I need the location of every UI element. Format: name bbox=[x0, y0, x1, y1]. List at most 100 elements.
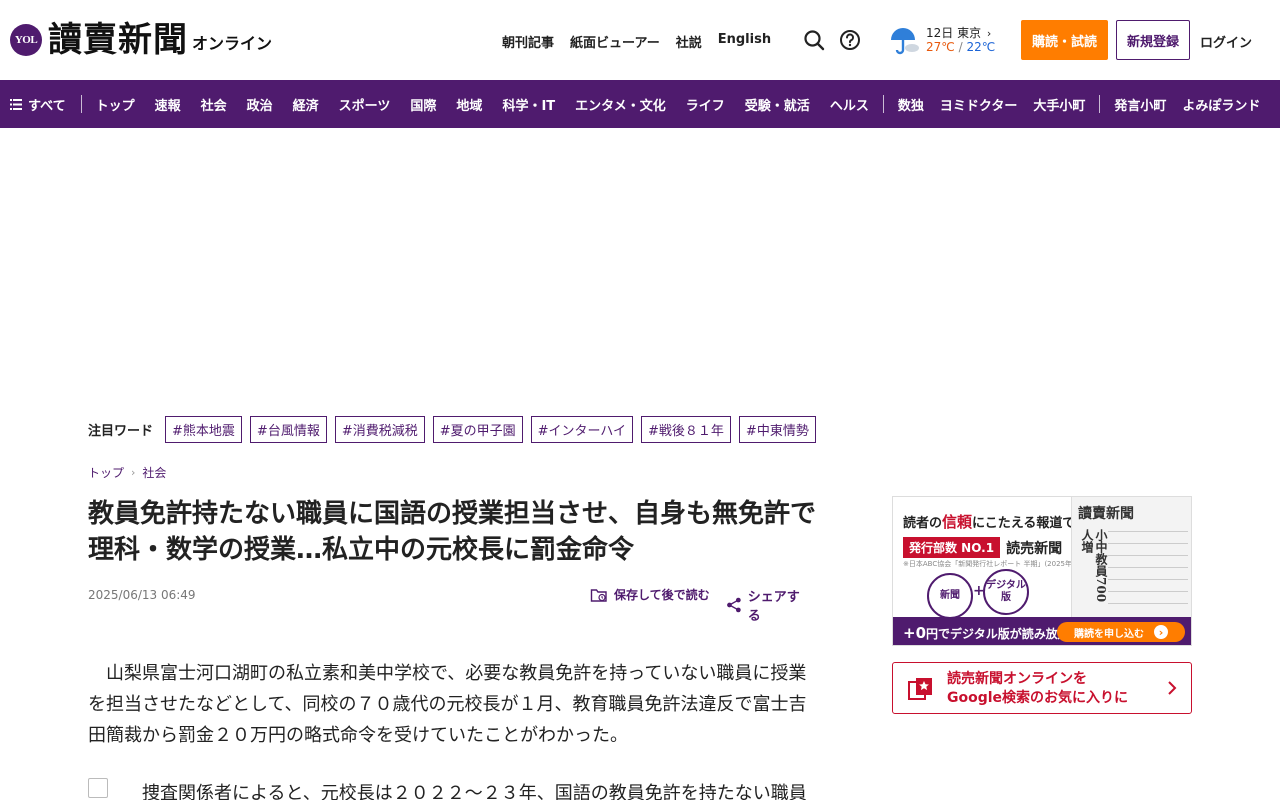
ad-band-text: +0円でデジタル版が読み放題! bbox=[903, 624, 1075, 642]
ad-band: +0円でデジタル版が読み放題! 購読を申し込む › bbox=[893, 617, 1191, 645]
paper-rule bbox=[1108, 567, 1188, 568]
ad-band-zero: +0 bbox=[903, 624, 927, 642]
weather-separator: / bbox=[958, 40, 963, 54]
breadcrumb-top[interactable]: トップ bbox=[88, 464, 124, 481]
search-icon[interactable] bbox=[803, 29, 825, 51]
nav-item-entertainment[interactable]: エンタメ・文化 bbox=[575, 95, 666, 114]
site-header: YOL 讀賣新聞 オンライン 朝刊記事 紙面ビューアー 社説 English 1… bbox=[0, 0, 1280, 80]
paper-rule bbox=[1108, 555, 1188, 556]
share-icon bbox=[727, 597, 741, 613]
menu-icon bbox=[10, 98, 22, 110]
link-english[interactable]: English bbox=[718, 32, 771, 51]
article-date: 2025/06/13 06:49 bbox=[88, 588, 196, 602]
weather-high: 27℃ bbox=[926, 40, 955, 54]
article-title: 教員免許持たない職員に国語の授業担当させ、自身も無免許で理科・数学の授業…私立中… bbox=[88, 499, 817, 565]
nav-all-label: すべて bbox=[28, 98, 66, 114]
ad-apply-button[interactable]: 購読を申し込む › bbox=[1057, 622, 1185, 642]
nav-item-world[interactable]: 国際 bbox=[410, 95, 436, 114]
paper-rule bbox=[1108, 603, 1188, 604]
nav-item-life[interactable]: ライフ bbox=[686, 95, 725, 114]
link-paper-viewer[interactable]: 紙面ビューアー bbox=[570, 32, 660, 51]
weather-low: 22℃ bbox=[966, 40, 996, 54]
trending-tag[interactable]: #熊本地震 bbox=[165, 416, 242, 443]
weather-temps: 27℃ / 22℃ bbox=[926, 40, 995, 54]
ad-brand: 読売新聞 bbox=[1006, 540, 1063, 557]
trending-tag[interactable]: #戦後８１年 bbox=[641, 416, 731, 443]
nav-item-science-it[interactable]: 科学・IT bbox=[502, 95, 555, 114]
save-folder-icon bbox=[590, 588, 607, 602]
weather-location: 12日 東京 bbox=[926, 26, 982, 40]
ad-paper-title: 讀賣新聞 bbox=[1078, 506, 1134, 522]
trending-tag[interactable]: #夏の甲子園 bbox=[432, 416, 523, 443]
ad-circle-newspaper: 新聞 bbox=[927, 573, 973, 619]
article-meta: 2025/06/13 06:49 保存して後で読む シェアする bbox=[88, 586, 812, 624]
ad-lead-pre: 読者の bbox=[903, 516, 943, 531]
ad-lead: 読者の信頼にこたえる報道で bbox=[903, 511, 1075, 532]
trending-tag[interactable]: #中東情勢 bbox=[738, 416, 816, 443]
article-paragraph: 捜査関係者によると、元校長は２０２２～２３年、国語の教員免許を持たない職員 bbox=[142, 783, 807, 800]
nav-item-sports[interactable]: スポーツ bbox=[339, 95, 391, 114]
link-editorial[interactable]: 社説 bbox=[676, 32, 702, 51]
nav-all-menu[interactable]: すべて bbox=[10, 95, 66, 114]
nav-item-sudoku[interactable]: 数独 bbox=[898, 95, 924, 114]
register-button[interactable]: 新規登録 bbox=[1116, 20, 1190, 60]
share-label: シェアする bbox=[747, 590, 800, 624]
subscription-ad[interactable]: 読者の信頼にこたえる報道で 発行部数 NO.1 読売新聞 ※日本ABC協会「新聞… bbox=[892, 496, 1192, 646]
link-morning-edition[interactable]: 朝刊記事 bbox=[502, 32, 554, 51]
chevron-right-icon: › bbox=[1154, 625, 1168, 639]
paper-rule bbox=[1108, 591, 1188, 592]
nav-divider bbox=[1099, 95, 1101, 113]
chevron-right-icon: › bbox=[986, 27, 992, 40]
ad-lead-post: にこたえる報道で bbox=[972, 516, 1076, 531]
ad-apply-label: 購読を申し込む bbox=[1074, 628, 1144, 640]
header-links: 朝刊記事 紙面ビューアー 社説 English bbox=[502, 32, 787, 51]
nav-item-economy[interactable]: 経済 bbox=[293, 95, 319, 114]
yol-logo-badge: YOL bbox=[10, 24, 42, 56]
save-label: 保存して後で読む bbox=[614, 588, 710, 602]
chevron-right-icon: › bbox=[131, 466, 136, 479]
article-paragraph-with-image: 捜査関係者によると、元校長は２０２２～２３年、国語の教員免許を持たない職員 bbox=[88, 778, 812, 800]
site-logo[interactable]: YOL 讀賣新聞 オンライン bbox=[10, 20, 272, 60]
ad-no1-badge: 発行部数 NO.1 bbox=[903, 537, 1001, 558]
nav-item-health[interactable]: ヘルス bbox=[830, 95, 869, 114]
nav-item-politics[interactable]: 政治 bbox=[247, 95, 273, 114]
nav-item-hatsugenkomachi[interactable]: 発言小町 bbox=[1114, 95, 1166, 114]
google-favorite-text: 読売新聞オンラインを Google検索のお気に入りに bbox=[947, 670, 1128, 708]
trending-label: 注目ワード bbox=[88, 424, 154, 439]
nav-item-local[interactable]: 地域 bbox=[456, 95, 482, 114]
google-favorite-banner[interactable]: 読売新聞オンラインを Google検索のお気に入りに bbox=[892, 662, 1192, 714]
trending-tag[interactable]: #消費税減税 bbox=[334, 416, 425, 443]
broken-image-icon bbox=[88, 778, 108, 798]
share-button[interactable]: シェアする bbox=[726, 586, 812, 624]
help-icon[interactable] bbox=[839, 29, 861, 51]
main-nav: すべて トップ 速報 社会 政治 経済 スポーツ 国際 地域 科学・IT エンタ… bbox=[0, 80, 1280, 128]
subscribe-button[interactable]: 購読・試読 bbox=[1021, 20, 1108, 60]
logo-subtitle: オンライン bbox=[192, 34, 273, 53]
breadcrumb-society[interactable]: 社会 bbox=[142, 464, 166, 481]
nav-item-breaking[interactable]: 速報 bbox=[155, 95, 181, 114]
nav-item-exam-career[interactable]: 受験・就活 bbox=[745, 95, 810, 114]
paper-rule bbox=[1108, 579, 1188, 580]
google-favorite-line1: 読売新聞オンラインを bbox=[947, 671, 1087, 687]
nav-divider bbox=[882, 95, 884, 113]
ad-band-desc: 円でデジタル版が読み放題! bbox=[926, 627, 1076, 641]
login-button[interactable]: ログイン bbox=[1200, 32, 1252, 51]
rain-umbrella-icon bbox=[891, 28, 919, 55]
bookmark-star-icon bbox=[908, 678, 932, 700]
nav-item-yomidr[interactable]: ヨミドクター bbox=[940, 95, 1017, 114]
weather-widget[interactable]: 12日 東京 › 27℃ / 22℃ bbox=[888, 22, 998, 62]
trending-tag[interactable]: #台風情報 bbox=[249, 416, 327, 443]
save-for-later-button[interactable]: 保存して後で読む bbox=[590, 586, 710, 603]
ad-paper-headline: 小中教員700人増 bbox=[1080, 529, 1108, 603]
nav-item-otekomachi[interactable]: 大手小町 bbox=[1033, 95, 1085, 114]
trending-tag[interactable]: #インターハイ bbox=[530, 416, 634, 443]
logo-wordmark: 讀賣新聞 bbox=[48, 20, 188, 60]
ad-banner-space bbox=[0, 128, 1280, 408]
weather-date-city: 12日 東京 › bbox=[926, 24, 991, 41]
nav-item-yomipoland[interactable]: よみぽランド bbox=[1182, 95, 1260, 114]
nav-item-society[interactable]: 社会 bbox=[201, 95, 227, 114]
nav-item-top[interactable]: トップ bbox=[96, 95, 135, 114]
breadcrumb: トップ › 社会 bbox=[88, 464, 166, 481]
ad-newspaper-image: 讀賣新聞 小中教員700人増 bbox=[1071, 497, 1191, 617]
article-paragraph: 山梨県富士河口湖町の私立素和美中学校で、必要な教員免許を持っていない職員に授業を… bbox=[88, 663, 807, 746]
